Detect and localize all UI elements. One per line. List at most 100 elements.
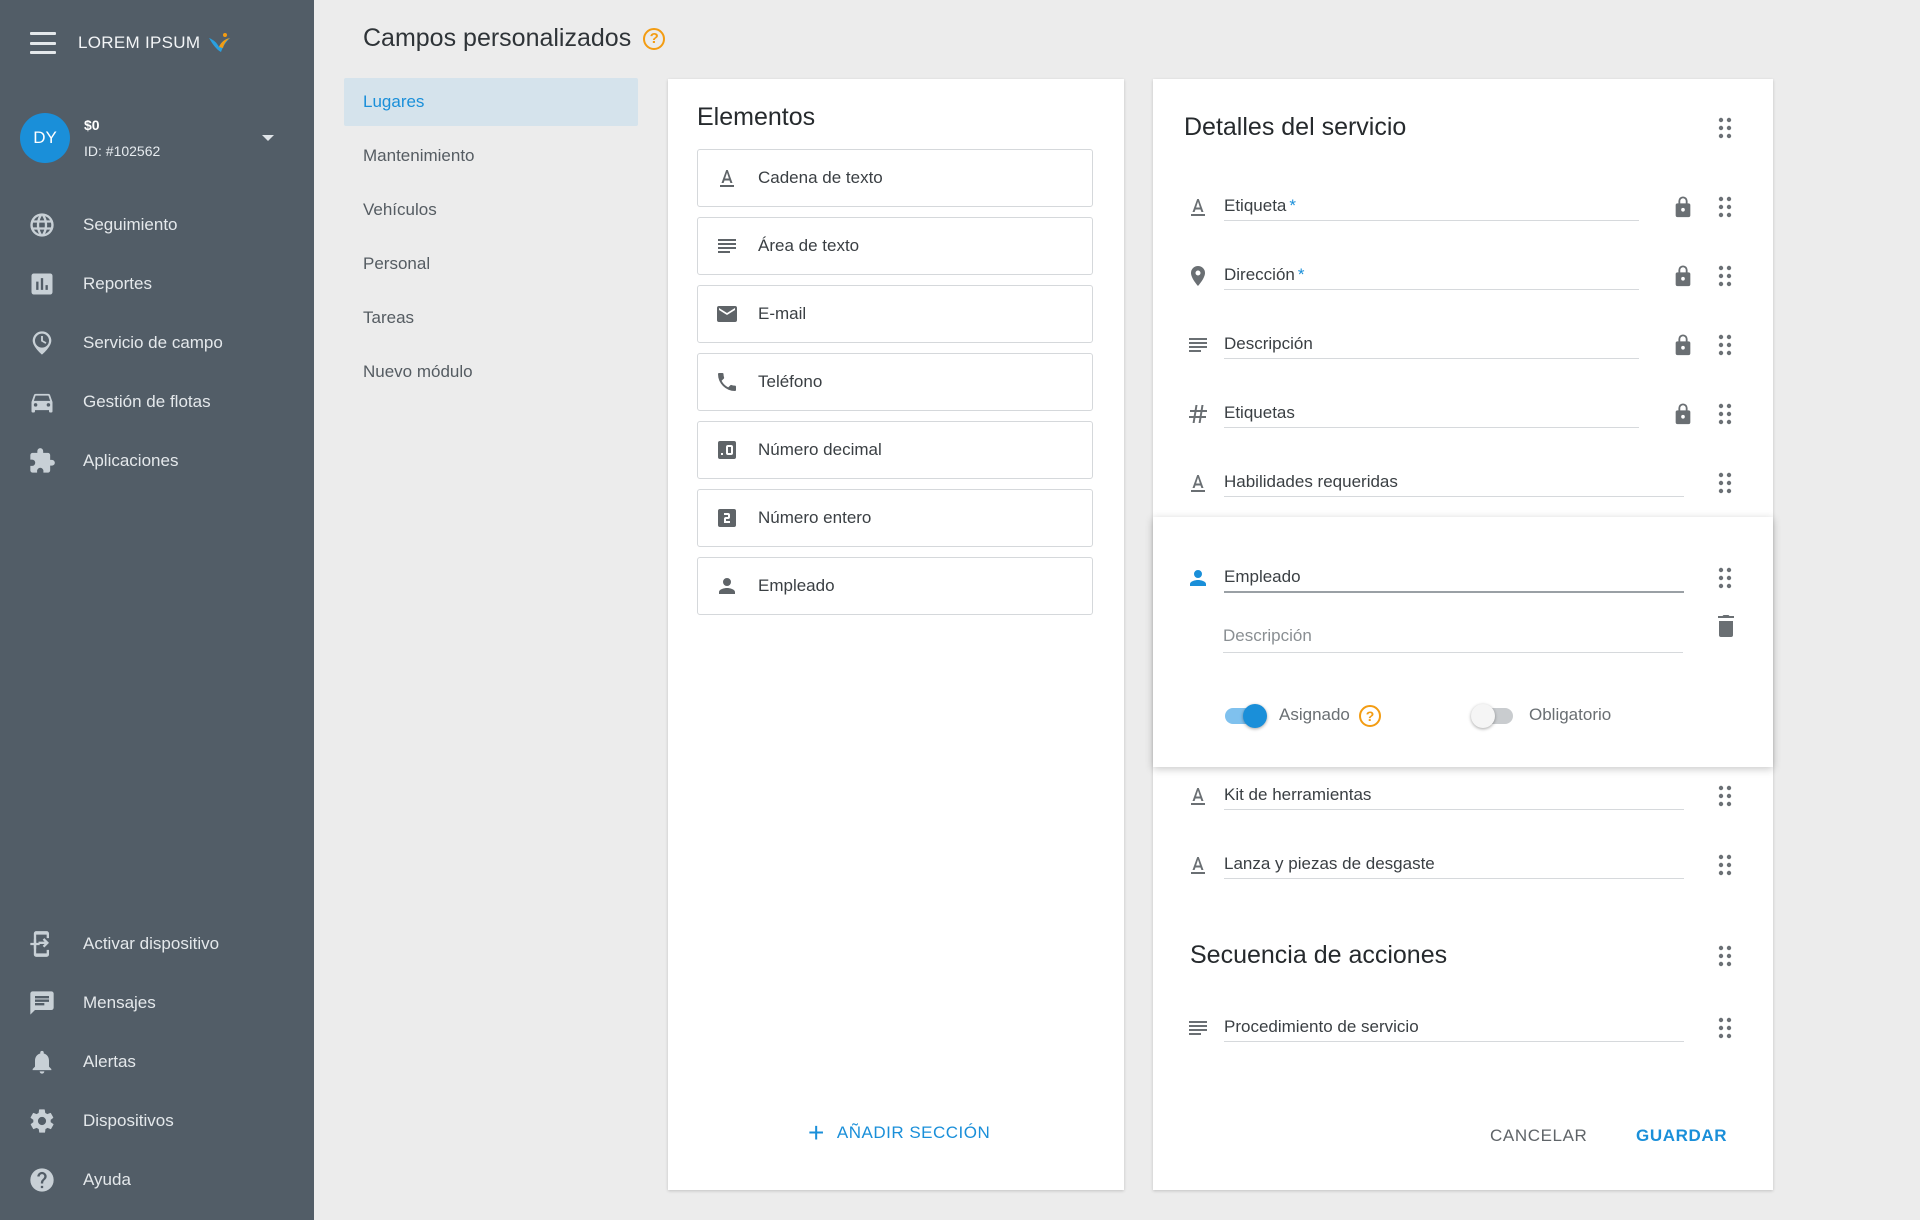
drag-handle-icon[interactable] (1718, 196, 1732, 218)
trash-icon[interactable] (1716, 614, 1736, 638)
nav-label: Gestión de flotas (83, 392, 211, 411)
globe-icon (30, 213, 54, 237)
drag-handle-icon[interactable] (1718, 403, 1732, 425)
drag-handle-icon[interactable] (1718, 945, 1732, 967)
help-icon (30, 1168, 54, 1192)
field-label: Etiqueta * (1224, 196, 1297, 215)
text-icon (1191, 857, 1205, 874)
field-row-kit-de-herramientas[interactable]: Kit de herramientas (1153, 771, 1773, 827)
field-row-descripcion[interactable]: Descripción (1153, 320, 1773, 376)
element-label: Cadena de texto (758, 168, 883, 187)
nav-item-aplicaciones[interactable]: Aplicaciones (28, 443, 178, 479)
element-employee[interactable]: Empleado (697, 557, 1093, 615)
nav-label: Mensajes (83, 993, 156, 1012)
caret-down-icon[interactable] (262, 135, 274, 141)
field-label: Procedimiento de servicio (1224, 1017, 1419, 1036)
element-text-area[interactable]: Área de texto (697, 217, 1093, 275)
account-switcher[interactable]: DY $0 ID: #102562 (20, 112, 290, 164)
sidebar: LOREM IPSUM DY $0 ID: #102562 Seguimient… (0, 0, 314, 1220)
drag-handle-icon[interactable] (1718, 567, 1732, 589)
drag-handle-icon[interactable] (1718, 117, 1732, 139)
drag-handle-icon[interactable] (1718, 785, 1732, 807)
brand: LOREM IPSUM (30, 26, 232, 60)
nav-label: Servicio de campo (83, 333, 223, 352)
module-item-nuevo-modulo[interactable]: Nuevo módulo (344, 348, 638, 396)
field-label: Dirección * (1224, 265, 1305, 284)
add-section-label: AÑADIR SECCIÓN (836, 1123, 991, 1142)
field-row-procedimiento[interactable]: Procedimiento de servicio (1153, 1003, 1773, 1059)
module-item-personal[interactable]: Personal (344, 240, 638, 288)
assigned-toggle[interactable] (1223, 700, 1269, 730)
hamburger-menu-icon[interactable] (30, 32, 56, 54)
element-decimal[interactable]: Número decimal (697, 421, 1093, 479)
text-icon (1191, 199, 1205, 216)
save-button[interactable]: GUARDAR (1636, 1126, 1727, 1146)
module-item-mantenimiento[interactable]: Mantenimiento (344, 132, 638, 180)
puzzle-icon (30, 448, 55, 473)
field-row-direccion[interactable]: Dirección * (1153, 251, 1773, 307)
field-row-etiquetas[interactable]: Etiquetas (1153, 389, 1773, 445)
element-phone[interactable]: Teléfono (697, 353, 1093, 411)
details-panel: Detalles del servicio Etiqueta * Direcció… (1153, 79, 1773, 1190)
cancel-button[interactable]: CANCELAR (1490, 1126, 1587, 1146)
help-icon[interactable]: ? (1359, 705, 1381, 727)
element-label: Número decimal (758, 440, 882, 459)
nav-label: Aplicaciones (83, 451, 179, 470)
field-label: Habilidades requeridas (1224, 472, 1398, 491)
module-item-vehiculos[interactable]: Vehículos (344, 186, 638, 234)
nav-label: Seguimiento (83, 215, 178, 234)
drag-handle-icon[interactable] (1718, 1017, 1732, 1039)
field-row-habilidades[interactable]: Habilidades requeridas (1153, 458, 1773, 514)
nav-item-reportes[interactable]: Reportes (28, 266, 152, 302)
nav-item-activar-dispositivo[interactable]: Activar dispositivo (28, 926, 219, 962)
plus-icon: + (808, 1117, 825, 1148)
lock-icon (1672, 263, 1694, 289)
expanded-field-empleado: Empleado Descripción Asignado ? Obligato… (1153, 517, 1773, 767)
drag-handle-icon[interactable] (1718, 265, 1732, 287)
field-label: Empleado (1224, 567, 1301, 586)
field-row-empleado[interactable]: Empleado (1153, 553, 1773, 609)
description-input[interactable]: Descripción (1223, 626, 1312, 646)
nav-item-ayuda[interactable]: Ayuda (28, 1162, 131, 1198)
account-id: ID: #102562 (84, 143, 161, 159)
field-row-etiqueta[interactable]: Etiqueta * (1153, 182, 1773, 238)
element-email[interactable]: E-mail (697, 285, 1093, 343)
avatar: DY (20, 113, 70, 163)
bar-chart-icon (31, 273, 53, 295)
lock-icon (1672, 401, 1694, 427)
nav-item-dispositivos[interactable]: Dispositivos (28, 1103, 174, 1139)
nav-item-mensajes[interactable]: Mensajes (28, 985, 156, 1021)
drag-handle-icon[interactable] (1718, 472, 1732, 494)
drag-handle-icon[interactable] (1718, 854, 1732, 876)
hashtag-icon (1189, 405, 1207, 423)
decimal-icon (718, 441, 736, 459)
element-integer[interactable]: Número entero (697, 489, 1093, 547)
required-toggle[interactable] (1471, 700, 1517, 730)
element-label: Teléfono (758, 372, 823, 391)
field-label: Etiquetas (1224, 403, 1295, 422)
help-icon[interactable]: ? (643, 27, 666, 50)
module-item-tareas[interactable]: Tareas (344, 294, 638, 342)
nav-item-seguimiento[interactable]: Seguimiento (28, 207, 178, 243)
field-label: Lanza y piezas de desgaste (1224, 854, 1435, 873)
nav-item-servicio-de-campo[interactable]: Servicio de campo (28, 325, 223, 361)
textarea-icon (1189, 1021, 1207, 1035)
field-row-lanza-y-piezas[interactable]: Lanza y piezas de desgaste (1153, 840, 1773, 896)
message-icon (30, 991, 54, 1015)
bell-icon (32, 1050, 52, 1074)
drag-handle-icon[interactable] (1718, 334, 1732, 356)
section-title-detalles: Detalles del servicio (1184, 113, 1407, 141)
nav-item-gestion-de-flotas[interactable]: Gestión de flotas (28, 384, 211, 420)
nav-label: Dispositivos (83, 1111, 174, 1130)
element-text-string[interactable]: Cadena de texto (697, 149, 1093, 207)
text-icon (1191, 475, 1205, 492)
textarea-icon (1189, 338, 1207, 352)
email-icon (717, 306, 737, 322)
add-section-button[interactable]: + AÑADIR SECCIÓN (808, 1117, 991, 1148)
element-label: Empleado (758, 576, 835, 595)
module-item-lugares[interactable]: Lugares (344, 78, 638, 126)
element-label: Número entero (758, 508, 872, 527)
nav-item-alertas[interactable]: Alertas (28, 1044, 136, 1080)
location-pin-icon (1191, 266, 1205, 286)
integer-icon (718, 509, 736, 527)
